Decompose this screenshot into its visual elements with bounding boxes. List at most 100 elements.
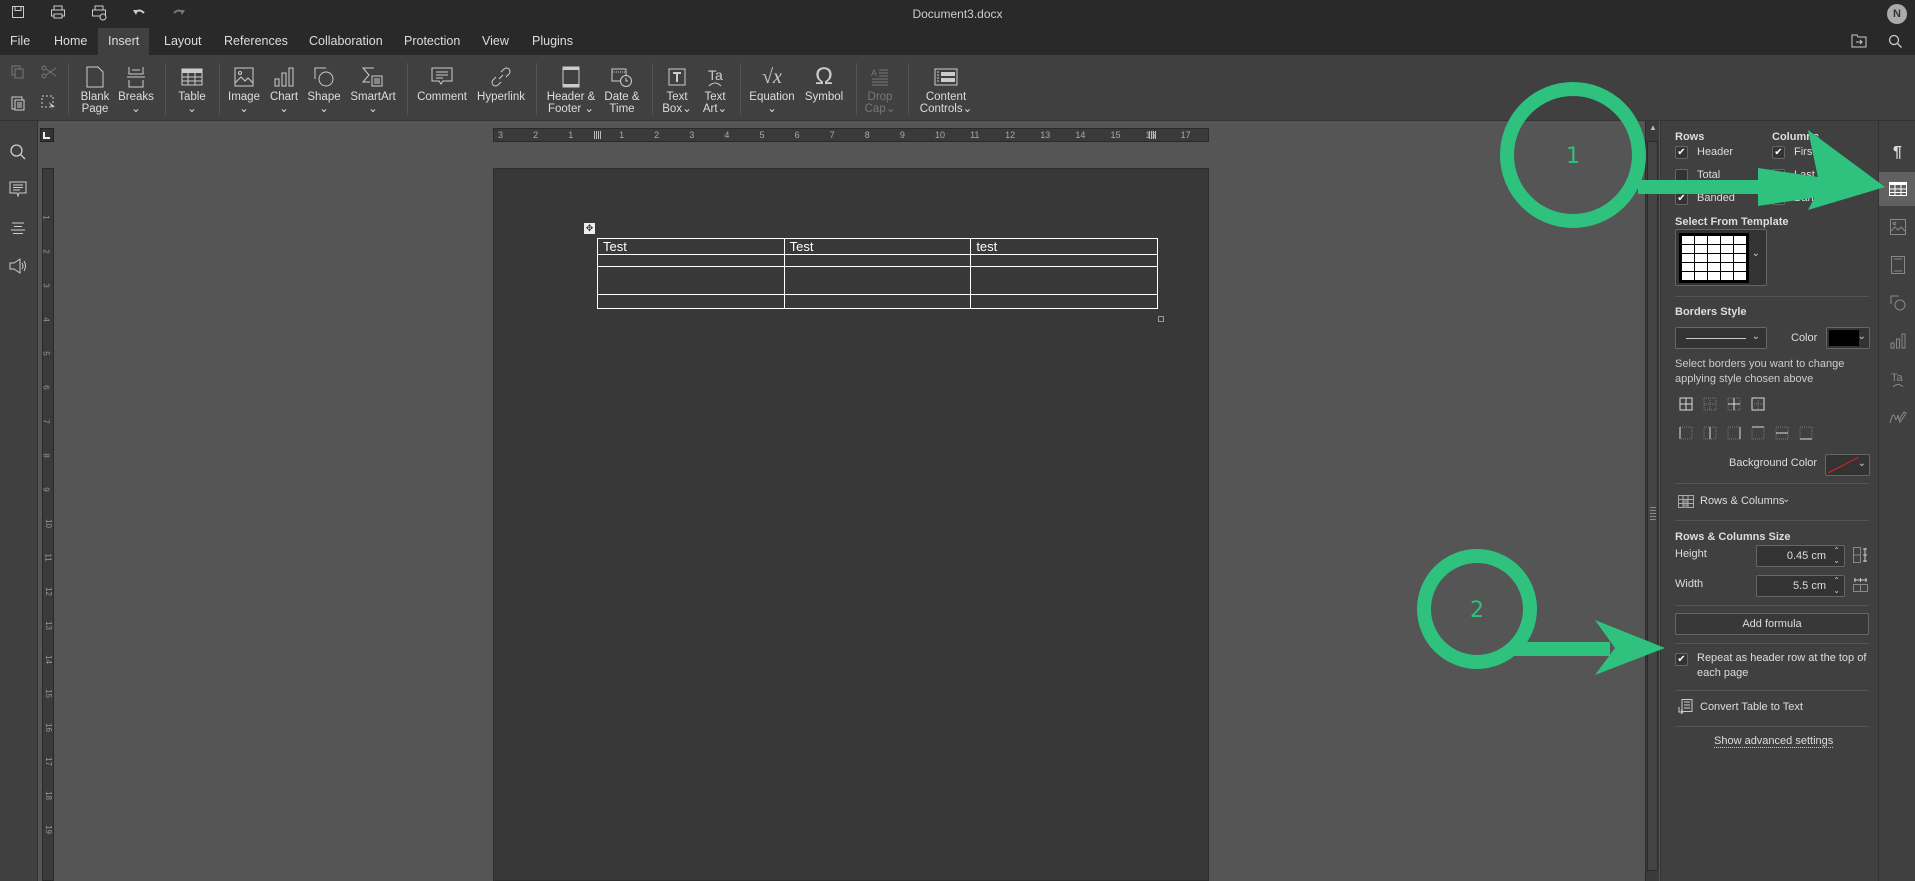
menu-insert[interactable]: Insert	[98, 28, 150, 55]
navigation-icon[interactable]	[9, 219, 29, 239]
breaks-button[interactable]: Breaks ⌄	[116, 63, 156, 115]
tab-stop-selector[interactable]	[40, 128, 54, 142]
comment-button[interactable]: Comment	[415, 63, 469, 103]
add-formula-button[interactable]: Add formula	[1675, 613, 1869, 635]
top-border-icon[interactable]	[1751, 426, 1765, 440]
row-height-input[interactable]: 0.45 cm ⌃ ⌄	[1756, 545, 1845, 567]
banded-rows-checkbox[interactable]: ✔	[1675, 192, 1688, 205]
shape-settings-tab[interactable]	[1879, 286, 1915, 320]
distribute-columns-icon[interactable]	[1853, 577, 1868, 596]
ruler-margin-right-marker[interactable]	[1149, 131, 1156, 139]
header-row-checkbox[interactable]: ✔	[1675, 146, 1688, 159]
symbol-button[interactable]: Ω Symbol	[801, 63, 847, 104]
menu-collaboration[interactable]: Collaboration	[299, 28, 393, 55]
menu-view[interactable]: View	[472, 28, 519, 55]
image-button[interactable]: Image ⌄	[224, 63, 264, 115]
spinner-icon[interactable]: ⌃ ⌄	[1833, 546, 1840, 566]
table-cell[interactable]	[597, 266, 785, 295]
no-borders-icon[interactable]	[1703, 397, 1717, 411]
select-all-icon[interactable]	[41, 95, 57, 114]
table-cell[interactable]: test	[970, 238, 1158, 255]
left-border-icon[interactable]	[1679, 426, 1693, 440]
equation-button[interactable]: √x Equation ⌄	[746, 63, 798, 115]
scroll-up-icon[interactable]: ▲	[1648, 123, 1658, 133]
feedback-icon[interactable]	[9, 257, 29, 277]
inner-horizontal-border-icon[interactable]	[1775, 426, 1789, 440]
text-art-settings-tab[interactable]: Ta	[1879, 362, 1915, 396]
text-box-button[interactable]: Text Box⌄	[658, 63, 696, 115]
show-advanced-settings-link[interactable]: Show advanced settings	[1714, 735, 1834, 748]
table-cell[interactable]	[970, 294, 1158, 309]
vertical-scrollbar[interactable]: ▲	[1645, 121, 1659, 881]
table-cell[interactable]	[970, 254, 1158, 267]
content-controls-button[interactable]: Content Controls⌄	[914, 63, 978, 115]
smartart-button[interactable]: SmartArt ⌄	[347, 63, 399, 115]
table-cell[interactable]: Test	[783, 238, 972, 255]
table-cell[interactable]	[783, 294, 972, 309]
blank-page-button[interactable]: Blank Page	[75, 63, 115, 115]
user-avatar[interactable]: N	[1887, 4, 1907, 24]
chart-settings-tab[interactable]	[1879, 324, 1915, 358]
vertical-ruler[interactable]: 1 2 3 4 5 6 7 8 9 10 11 12 13 14 15 16 17 18 19	[42, 168, 54, 881]
search-icon[interactable]	[9, 143, 29, 163]
comments-icon[interactable]	[9, 181, 29, 201]
inner-vertical-border-icon[interactable]	[1703, 426, 1717, 440]
menu-references[interactable]: References	[214, 28, 298, 55]
menu-home[interactable]: Home	[44, 28, 97, 55]
table-cell[interactable]	[783, 254, 972, 267]
table-button[interactable]: Table ⌄	[172, 63, 212, 115]
table-cell[interactable]: Test	[597, 238, 785, 255]
copy-icon[interactable]	[11, 65, 25, 82]
open-file-location-icon[interactable]	[1851, 34, 1867, 51]
outer-borders-icon[interactable]	[1751, 397, 1765, 411]
table-resize-handle[interactable]	[1158, 316, 1164, 322]
svg-text:Ta: Ta	[1891, 372, 1904, 384]
hyperlink-button[interactable]: Hyperlink	[473, 63, 529, 103]
horizontal-ruler[interactable]: 3211234567891011121314151617	[493, 128, 1209, 142]
last-column-checkbox[interactable]	[1772, 169, 1785, 182]
border-color-picker[interactable]: ⌄	[1826, 327, 1870, 349]
menu-plugins[interactable]: Plugins	[522, 28, 583, 55]
shape-button[interactable]: Shape ⌄	[304, 63, 344, 115]
header-footer-button[interactable]: Header & Footer ⌄	[542, 63, 600, 115]
ruler-margin-left-marker[interactable]	[594, 131, 601, 139]
spinner-icon[interactable]: ⌃ ⌄	[1833, 576, 1840, 596]
document-table[interactable]: Test Test test	[597, 238, 1158, 309]
first-column-checkbox[interactable]: ✔	[1772, 146, 1785, 159]
table-cell[interactable]	[597, 254, 785, 267]
date-time-button[interactable]: Date & Time	[601, 63, 643, 115]
text-art-button[interactable]: Ta Text Art⌄	[697, 63, 733, 115]
table-move-handle-icon[interactable]: ✥	[584, 223, 595, 234]
table-cell[interactable]	[783, 266, 972, 295]
header-footer-settings-tab[interactable]	[1879, 248, 1915, 282]
signature-settings-tab[interactable]	[1879, 400, 1915, 434]
inner-borders-icon[interactable]	[1727, 397, 1741, 411]
total-row-checkbox[interactable]	[1675, 169, 1688, 182]
paragraph-settings-tab[interactable]: ¶	[1879, 136, 1915, 170]
table-cell[interactable]	[970, 266, 1158, 295]
image-settings-tab[interactable]	[1879, 210, 1915, 244]
menu-layout[interactable]: Layout	[154, 28, 212, 55]
bottom-border-icon[interactable]	[1799, 426, 1813, 440]
drop-cap-button[interactable]: A Drop Cap⌄	[862, 63, 898, 115]
column-width-input[interactable]: 5.5 cm ⌃ ⌄	[1756, 575, 1845, 597]
convert-table-to-text-button[interactable]: Convert Table to Text	[1675, 699, 1865, 719]
right-border-icon[interactable]	[1727, 426, 1741, 440]
table-settings-tab[interactable]	[1879, 172, 1915, 206]
border-style-select[interactable]: ⌄	[1675, 327, 1767, 349]
search-icon[interactable]	[1888, 34, 1903, 52]
scroll-thumb[interactable]	[1647, 141, 1658, 871]
chart-button[interactable]: Chart ⌄	[264, 63, 304, 115]
repeat-header-checkbox[interactable]: ✔	[1675, 653, 1688, 666]
paste-icon[interactable]	[11, 95, 25, 114]
menu-file[interactable]: File	[0, 28, 40, 55]
background-color-picker[interactable]: ⌄	[1825, 454, 1870, 476]
banded-columns-checkbox[interactable]	[1772, 192, 1785, 205]
table-cell[interactable]	[597, 294, 785, 309]
table-template-select[interactable]: ⌄	[1675, 229, 1767, 286]
distribute-rows-icon[interactable]	[1853, 547, 1868, 566]
cut-icon[interactable]	[41, 65, 57, 82]
all-borders-icon[interactable]	[1679, 397, 1693, 411]
document-page[interactable]: ✥ Test Test test	[493, 168, 1209, 881]
menu-protection[interactable]: Protection	[394, 28, 470, 55]
